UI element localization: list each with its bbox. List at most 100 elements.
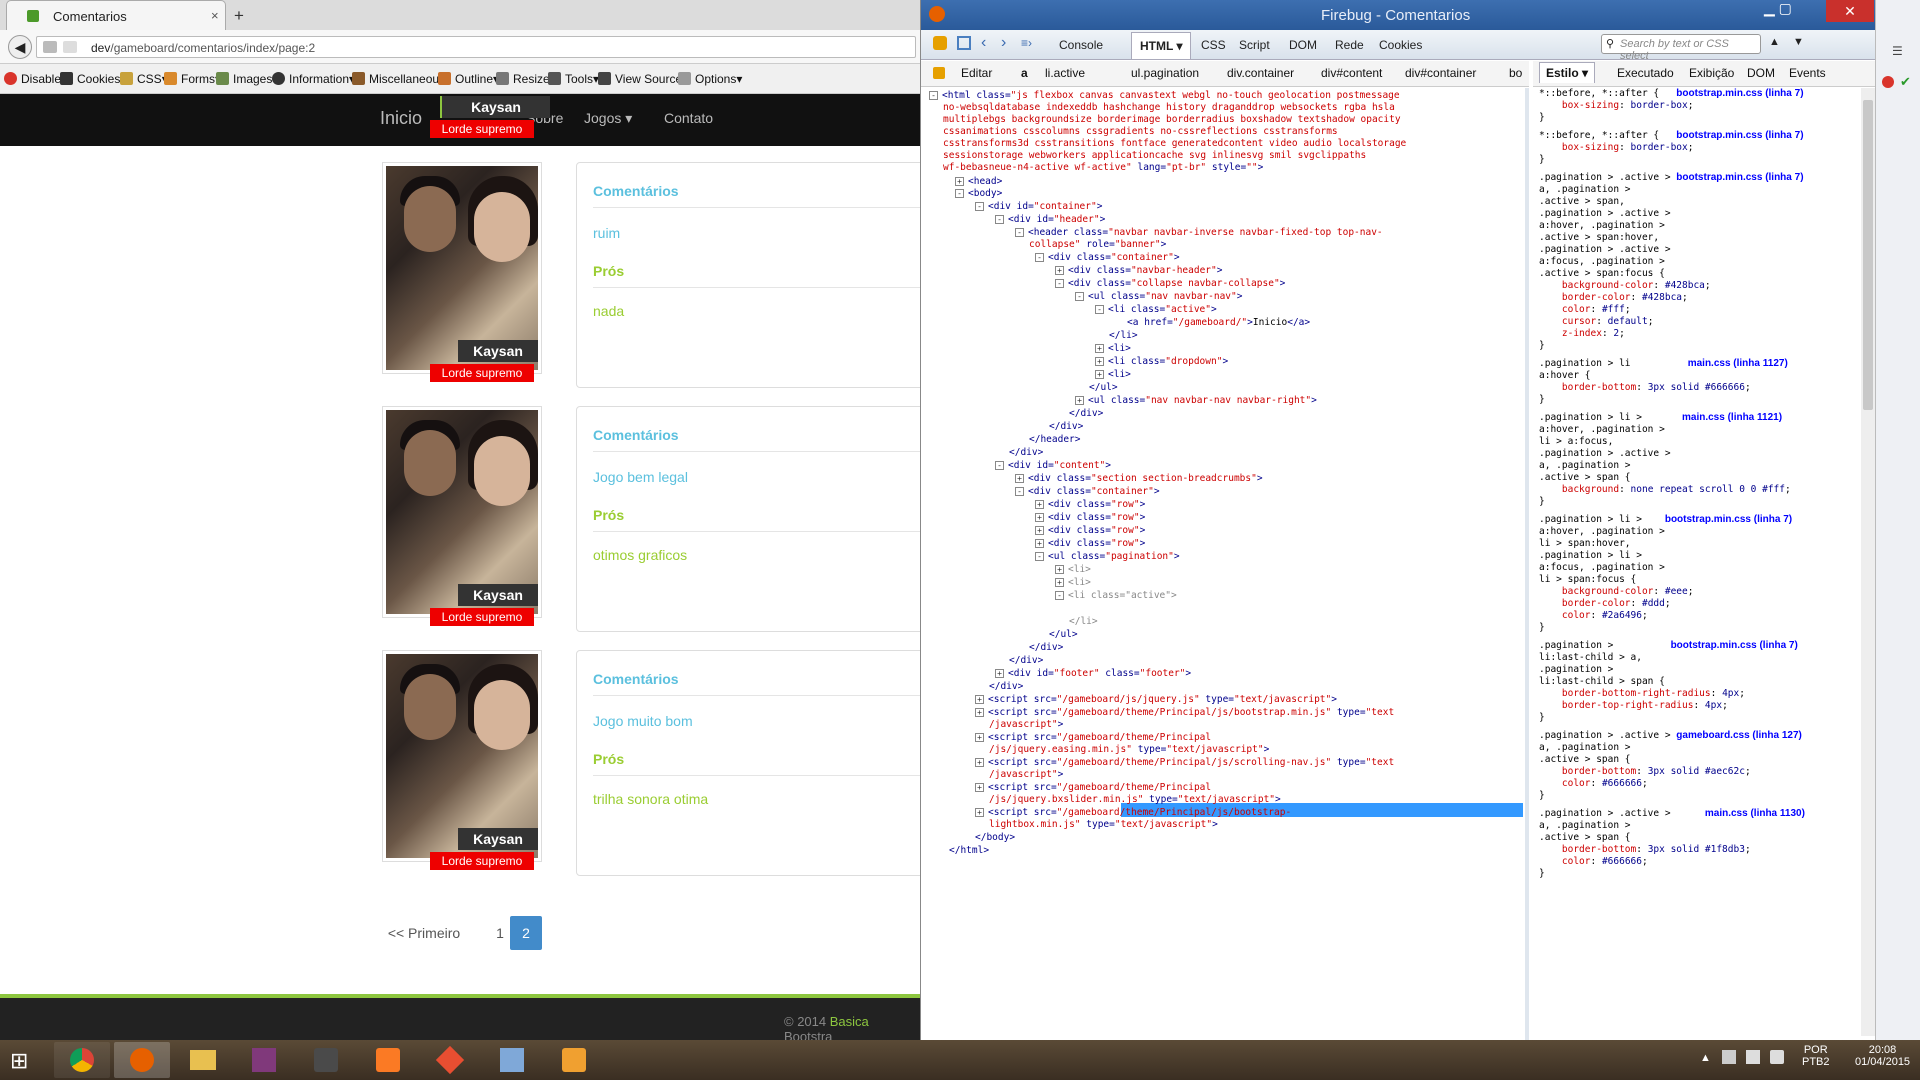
- comment-text: ruim: [593, 225, 621, 241]
- tab-css[interactable]: CSS: [1201, 38, 1226, 52]
- browser-tab[interactable]: Comentarios ×: [6, 0, 226, 30]
- clock-date: 01/04/2015: [1855, 1056, 1911, 1068]
- css-rules-panel[interactable]: *::before, *::after { bootstrap.min.css …: [1533, 88, 1876, 1040]
- window-close-button[interactable]: ✕: [1826, 0, 1874, 22]
- html-tree-panel[interactable]: - <html class="js flexbox canvas canvaste…: [921, 88, 1529, 1040]
- url-bar[interactable]: dev/gameboard/comentarios/index/page:2: [36, 36, 916, 58]
- back-arrow-icon[interactable]: ‹: [981, 34, 986, 52]
- webdev-disable[interactable]: Disable▾: [4, 72, 67, 86]
- webdev-tools[interactable]: Tools▾: [548, 72, 599, 86]
- firebug-titlebar: Firebug - Comentarios ▁ ▢ ✕: [921, 0, 1876, 30]
- tools-icon: [548, 72, 561, 85]
- breadcrumb-a[interactable]: a: [1021, 66, 1028, 80]
- window-controls[interactable]: ▁ ▢: [1764, 0, 1824, 22]
- comment-card: Comentários ruim Prós nada: [576, 162, 926, 388]
- webdev-css[interactable]: CSS▾: [120, 72, 168, 86]
- resize-icon: [496, 72, 509, 85]
- breadcrumb-body[interactable]: bo: [1509, 66, 1522, 80]
- webdev-forms[interactable]: Forms▾: [164, 72, 221, 86]
- webdev-options[interactable]: Options▾: [678, 72, 742, 86]
- firebug-search-input[interactable]: ⚲ Search by text or CSS select: [1601, 34, 1761, 62]
- css-icon: [120, 72, 133, 85]
- side-tab-executado[interactable]: Executado: [1617, 66, 1674, 80]
- nav-contact-link[interactable]: Contato: [664, 110, 713, 126]
- sublime-taskbar-button[interactable]: [298, 1042, 354, 1078]
- git-taskbar-button[interactable]: [422, 1042, 478, 1078]
- firebug-icon[interactable]: [933, 36, 947, 50]
- tab-dom[interactable]: DOM: [1289, 38, 1317, 52]
- comment-user-name: Kaysan: [458, 584, 538, 606]
- breadcrumb-div-container[interactable]: div.container: [1227, 66, 1294, 80]
- tab-console[interactable]: Console: [1059, 38, 1103, 52]
- comment-card: Comentários Jogo muito bom Prós trilha s…: [576, 650, 926, 876]
- xampp-taskbar-button[interactable]: [360, 1042, 416, 1078]
- search-prev-icon[interactable]: ▲: [1769, 36, 1780, 48]
- webdev-outline[interactable]: Outline▾: [438, 72, 499, 86]
- tab-html[interactable]: HTML ▾: [1131, 32, 1192, 59]
- css-panel-scroll-thumb[interactable]: [1863, 100, 1873, 410]
- firefox-taskbar-button[interactable]: [114, 1042, 170, 1078]
- firebug-side-tabs: Estilo ▾ Executado Exibição DOM Events: [1533, 61, 1876, 87]
- breadcrumb-div-content[interactable]: div#content: [1321, 66, 1382, 80]
- firefox-icon: [929, 6, 945, 22]
- firebug-title: Firebug - Comentarios: [1321, 7, 1471, 24]
- tab-rede[interactable]: Rede: [1335, 38, 1364, 52]
- comment-user-name: Kaysan: [458, 340, 538, 362]
- side-tab-exibicao[interactable]: Exibição: [1689, 66, 1734, 80]
- tray-clock[interactable]: 20:08 01/04/2015: [1855, 1044, 1910, 1068]
- images-icon: [216, 72, 229, 85]
- edit-icon: [933, 67, 945, 79]
- webdev-view-source[interactable]: View Source▾: [598, 72, 688, 86]
- tray-flag-icon[interactable]: [1722, 1050, 1736, 1064]
- back-button[interactable]: ◀: [8, 35, 32, 59]
- edit-button[interactable]: Editar: [961, 66, 992, 80]
- close-tab-icon[interactable]: ×: [211, 8, 219, 23]
- breadcrumb-li-active[interactable]: li.active: [1045, 66, 1085, 80]
- inspect-icon[interactable]: [957, 36, 971, 50]
- tray-volume-icon[interactable]: [1770, 1050, 1784, 1064]
- menu-icon[interactable]: ☰: [1892, 44, 1903, 58]
- search-next-icon[interactable]: ▼: [1793, 36, 1804, 48]
- nav-user-name: Kaysan: [442, 96, 550, 118]
- webdev-cookies[interactable]: Cookies▾: [60, 72, 126, 86]
- webdev-resize[interactable]: Resize▾: [496, 72, 556, 86]
- check-icon: ✔: [1900, 74, 1911, 89]
- nav-games-dropdown[interactable]: Jogos ▾: [584, 110, 632, 127]
- view-source-icon: [598, 72, 611, 85]
- browser-right-edge: ☰ ✔: [1875, 0, 1920, 1040]
- start-button[interactable]: ⊞: [10, 1048, 28, 1074]
- webdev-miscellaneous[interactable]: Miscellaneous▾: [352, 72, 451, 86]
- pagination-first-link[interactable]: << Primeiro: [384, 916, 464, 950]
- url-text: dev/gameboard/comentarios/index/page:2: [91, 41, 316, 55]
- tray-up-icon[interactable]: ▲: [1700, 1052, 1711, 1064]
- forward-arrow-icon[interactable]: ›: [1001, 34, 1006, 52]
- tray-network-icon[interactable]: [1746, 1050, 1760, 1064]
- chrome-taskbar-button[interactable]: [54, 1042, 110, 1078]
- pros-heading: Prós: [593, 507, 625, 523]
- tray-language[interactable]: POR PTB2: [1802, 1044, 1830, 1068]
- virtualbox-taskbar-button[interactable]: [484, 1042, 540, 1078]
- explorer-taskbar-button[interactable]: [174, 1042, 230, 1078]
- tree-line: - <html class="js flexbox canvas canvaste…: [929, 90, 1400, 102]
- breadcrumb-ul-pagination[interactable]: ul.pagination: [1131, 66, 1199, 80]
- comment-user-rank: Lorde supremo: [430, 364, 534, 382]
- webdev-images[interactable]: Images▾: [216, 72, 278, 86]
- onenote-taskbar-button[interactable]: [236, 1042, 292, 1078]
- clock-time: 20:08: [1868, 1044, 1897, 1056]
- pros-heading: Prós: [593, 263, 625, 279]
- nav-home-link[interactable]: Inicio: [380, 108, 422, 129]
- side-tab-events[interactable]: Events: [1789, 66, 1826, 80]
- tab-cookies[interactable]: Cookies: [1379, 38, 1422, 52]
- breadcrumb-div-container-id[interactable]: div#container: [1405, 66, 1476, 80]
- webdev-information[interactable]: Information▾: [272, 72, 355, 86]
- tab-script[interactable]: Script: [1239, 38, 1270, 52]
- command-line-icon[interactable]: ≡›: [1021, 36, 1032, 50]
- side-tab-dom[interactable]: DOM: [1747, 66, 1775, 80]
- pagination-page-2-active[interactable]: 2: [510, 916, 542, 950]
- side-tab-estilo[interactable]: Estilo ▾: [1539, 62, 1596, 83]
- media-taskbar-button[interactable]: [546, 1042, 602, 1078]
- new-tab-button[interactable]: +: [234, 6, 244, 26]
- comment-user-rank: Lorde supremo: [430, 608, 534, 626]
- site-info-icon[interactable]: [63, 41, 77, 53]
- options-icon: [678, 72, 691, 85]
